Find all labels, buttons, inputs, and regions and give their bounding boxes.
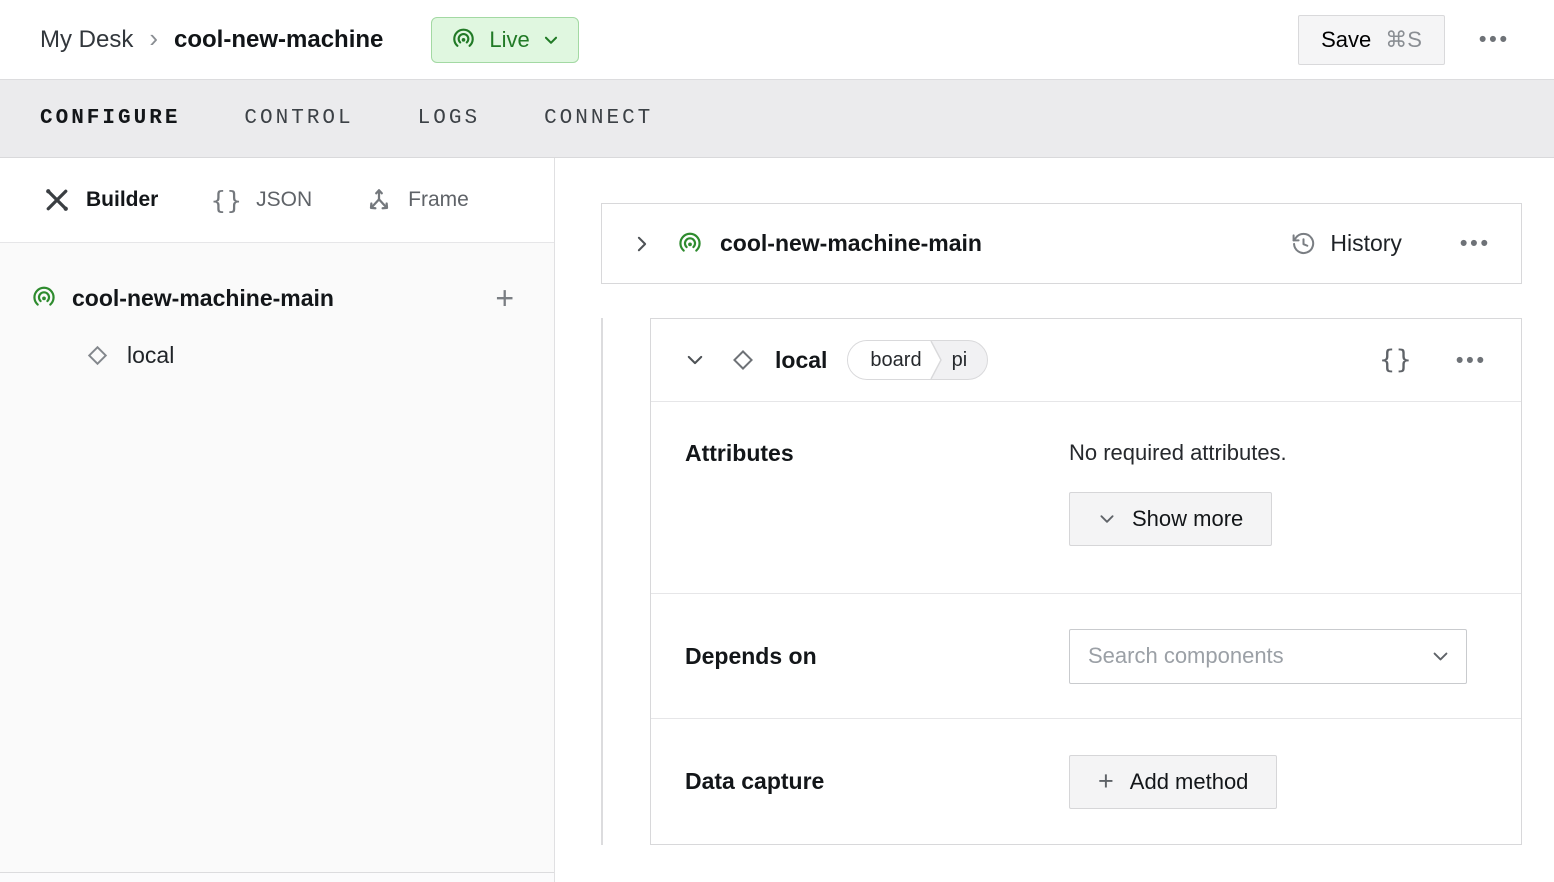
badge-model: pi (944, 341, 988, 379)
tree-component-label: local (127, 342, 174, 369)
view-frame[interactable]: Frame (364, 185, 469, 215)
save-shortcut: ⌘S (1385, 27, 1422, 53)
attributes-heading: Attributes (685, 440, 1069, 467)
data-capture-heading: Data capture (685, 768, 1069, 795)
add-method-label: Add method (1130, 769, 1249, 795)
badge-divider-icon (928, 341, 944, 379)
view-json-label: JSON (256, 188, 312, 212)
breadcrumb-separator-icon: › (149, 25, 158, 55)
attributes-section: Attributes No required attributes. Show … (651, 402, 1521, 594)
component-tree: cool-new-machine-main + local (0, 243, 554, 872)
chevron-down-icon[interactable] (685, 350, 705, 370)
tools-icon (42, 185, 72, 215)
breadcrumb: My Desk › cool-new-machine (40, 25, 383, 55)
view-toggle: Builder {} JSON Frame (0, 158, 554, 243)
view-builder-label: Builder (86, 188, 158, 212)
history-button[interactable]: History (1290, 230, 1402, 257)
tree-machine-label: cool-new-machine-main (72, 285, 481, 312)
tree-component-row[interactable]: local (0, 327, 554, 383)
save-button[interactable]: Save ⌘S (1298, 15, 1445, 65)
component-card: local board pi {} ••• (650, 318, 1522, 845)
history-label: History (1330, 230, 1402, 257)
broadcast-icon (450, 26, 477, 53)
app-header: My Desk › cool-new-machine Live Save ⌘S … (0, 0, 1554, 80)
component-card-menu-button[interactable]: ••• (1456, 350, 1487, 371)
machine-status-button[interactable]: Live (431, 17, 578, 63)
view-builder[interactable]: Builder (42, 185, 158, 215)
chevron-down-icon (1431, 647, 1450, 666)
depends-on-select[interactable] (1069, 629, 1467, 684)
machine-card-menu-button[interactable]: ••• (1460, 233, 1491, 254)
chevron-down-icon (542, 31, 560, 49)
search-components-input[interactable] (1088, 643, 1431, 669)
tab-configure[interactable]: CONFIGURE (40, 107, 180, 130)
add-component-button[interactable]: + (495, 282, 514, 314)
badge-type: board (848, 341, 927, 379)
save-label: Save (1321, 27, 1371, 53)
view-json[interactable]: {} JSON (210, 186, 312, 215)
broadcast-icon (676, 230, 704, 258)
frame-axes-icon (364, 185, 394, 215)
broadcast-icon (30, 284, 58, 312)
component-type-badge: board pi (847, 340, 988, 380)
data-capture-section: Data capture + Add method (651, 719, 1521, 844)
diamond-icon (84, 342, 111, 369)
tab-connect[interactable]: CONNECT (544, 107, 653, 130)
main-panel: cool-new-machine-main History ••• (555, 158, 1554, 882)
component-card-header: local board pi {} ••• (651, 319, 1521, 402)
tab-bar: CONFIGURE CONTROL LOGS CONNECT (0, 80, 1554, 158)
attributes-empty-text: No required attributes. (1069, 440, 1287, 466)
status-label: Live (489, 27, 529, 53)
machine-name: cool-new-machine (174, 26, 383, 54)
tab-control[interactable]: CONTROL (244, 107, 353, 130)
chevron-right-icon[interactable] (632, 234, 652, 254)
show-more-label: Show more (1132, 506, 1243, 532)
tree-machine-row[interactable]: cool-new-machine-main + (0, 269, 554, 327)
json-toggle-button[interactable]: {} (1379, 345, 1412, 375)
diamond-icon (729, 346, 757, 374)
sidebar-footer (0, 872, 554, 882)
view-frame-label: Frame (408, 188, 469, 212)
breadcrumb-parent[interactable]: My Desk (40, 26, 133, 54)
chevron-down-icon (1098, 510, 1116, 528)
plus-icon: + (1098, 768, 1114, 795)
machine-card-title: cool-new-machine-main (720, 230, 982, 257)
depends-on-section: Depends on (651, 594, 1521, 719)
add-method-button[interactable]: + Add method (1069, 755, 1277, 809)
header-overflow-button[interactable]: ••• (1479, 29, 1510, 50)
machine-card: cool-new-machine-main History ••• (601, 203, 1522, 284)
braces-icon: {} (210, 186, 242, 215)
depends-on-heading: Depends on (685, 643, 1069, 670)
tab-logs[interactable]: LOGS (418, 107, 480, 130)
show-more-button[interactable]: Show more (1069, 492, 1272, 546)
nesting-rail (601, 318, 603, 845)
history-icon (1290, 230, 1317, 257)
component-title: local (775, 347, 827, 374)
config-sidebar: Builder {} JSON Frame (0, 158, 555, 882)
